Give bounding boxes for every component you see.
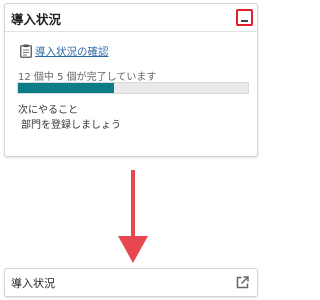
stage: 導入状況 導入状況の確認 12 個中 5 個が完了しています 次にやること 部門… (0, 0, 264, 300)
widget-title: 導入状況 (11, 12, 62, 27)
onboarding-widget-collapsed: 導入状況 (4, 268, 258, 297)
minimize-button[interactable] (236, 9, 253, 26)
arrow-down-icon (118, 170, 148, 263)
progress-bar-fill (18, 83, 114, 93)
minimize-icon (241, 20, 248, 22)
clipboard-icon (20, 44, 32, 58)
setup-status-link[interactable]: 導入状況の確認 (35, 44, 109, 59)
progress-text: 12 個中 5 個が完了しています (18, 72, 157, 83)
next-steps-heading: 次にやること (18, 105, 78, 116)
next-step-item: 部門を登録しましょう (21, 120, 121, 131)
open-external-icon[interactable] (236, 276, 249, 289)
onboarding-widget-expanded: 導入状況 導入状況の確認 12 個中 5 個が完了しています 次にやること 部門… (4, 3, 258, 157)
collapsed-widget-title: 導入状況 (11, 277, 55, 290)
progress-bar (17, 82, 249, 94)
widget-header: 導入状況 (5, 4, 257, 32)
